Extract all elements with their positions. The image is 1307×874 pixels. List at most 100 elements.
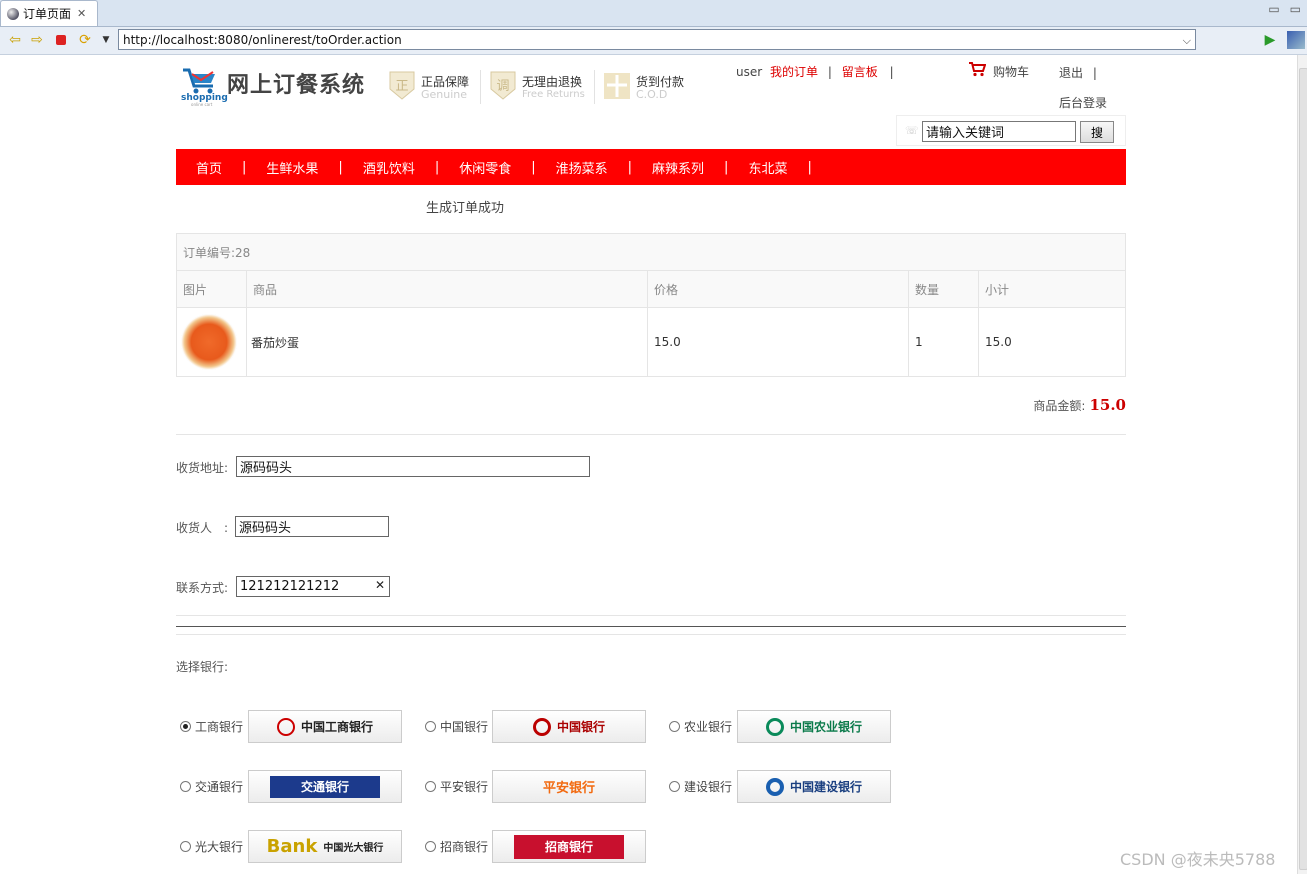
search-input[interactable]	[922, 121, 1076, 142]
product-image-cell	[176, 307, 247, 377]
bank-logo-bocom[interactable]: 交通银行	[248, 770, 402, 803]
radio-pingan[interactable]	[425, 781, 436, 792]
nav-item-home[interactable]: 首页	[196, 158, 222, 177]
refresh-icon[interactable]: ⟳	[76, 31, 94, 49]
browser-toolbar: ⇦ ⇨ ⟳ ▼ http://localhost:8080/onlinerest…	[0, 27, 1307, 55]
minimize-icon[interactable]: ▭	[1268, 2, 1279, 16]
feature-title: 无理由退换	[522, 75, 583, 89]
bank-logo-text: 中国建设银行	[789, 780, 862, 794]
abc-logo-icon	[765, 717, 784, 736]
bank-name: 工商银行	[195, 720, 244, 734]
bank-logo-boc[interactable]: 中国银行	[492, 710, 646, 743]
clear-input-icon[interactable]: ✕	[375, 578, 385, 592]
bank-logo-pingan[interactable]: 平安银行	[492, 770, 646, 803]
column-header: 数量	[908, 270, 979, 308]
radio-boc[interactable]	[425, 721, 436, 732]
watermark: CSDN @夜未央5788	[1120, 850, 1276, 869]
logout-link[interactable]: 退出	[1059, 66, 1083, 80]
bank-logo-cmb[interactable]: 招商银行	[492, 830, 646, 863]
divider	[176, 434, 1126, 435]
nav-item-dongbei[interactable]: 东北菜	[748, 158, 787, 177]
address-input[interactable]	[236, 456, 590, 477]
phone-label: 联系方式:	[176, 581, 229, 595]
bank-logo-abc[interactable]: 中国农业银行	[737, 710, 891, 743]
svg-text:调: 调	[496, 79, 509, 94]
browser-logo-icon	[1287, 31, 1305, 49]
total-label: 商品金额:	[1033, 399, 1086, 413]
product-image[interactable]	[181, 314, 237, 370]
user-links: user 我的订单 | 留言板 |	[736, 65, 894, 79]
history-dropdown-icon[interactable]: ▼	[97, 31, 115, 49]
nav-item-spicy[interactable]: 麻辣系列	[652, 158, 704, 177]
nav-item-fresh-fruit[interactable]: 生鲜水果	[266, 158, 318, 177]
chevron-down-icon[interactable]: ⌵	[1183, 30, 1191, 51]
product-quantity: 1	[908, 307, 979, 377]
product-price: 15.0	[647, 307, 909, 377]
bank-logo-text: 中国农业银行	[789, 720, 862, 734]
divider	[480, 70, 481, 104]
nav-item-huaiyang[interactable]: 淮扬菜系	[556, 158, 608, 177]
product-name: 番茄炒蛋	[246, 307, 648, 377]
nav-item-snacks[interactable]: 休闲零食	[459, 158, 511, 177]
bank-logo-text: 中国银行	[556, 720, 605, 734]
feature-subtitle: Free Returns	[522, 89, 585, 100]
radio-abc[interactable]	[669, 721, 680, 732]
url-text: http://localhost:8080/onlinerest/toOrder…	[123, 33, 402, 47]
radio-ceb[interactable]	[180, 841, 191, 852]
receiver-input[interactable]	[235, 516, 389, 537]
column-header: 小计	[978, 270, 1126, 308]
browser-tab[interactable]: 订单页面 ✕	[0, 0, 98, 26]
window-controls: ▭ ▭	[1268, 2, 1301, 16]
boc-logo-icon	[532, 717, 551, 736]
cart-icon[interactable]	[968, 61, 986, 77]
admin-login-link[interactable]: 后台登录	[1059, 94, 1107, 111]
address-bar[interactable]: http://localhost:8080/onlinerest/toOrder…	[118, 29, 1196, 50]
bank-logo-icbc[interactable]: 中国工商银行	[248, 710, 402, 743]
genuine-badge-icon: 正	[389, 71, 415, 100]
back-icon[interactable]: ⇦	[6, 31, 24, 49]
bank-logo-text: 平安银行	[542, 781, 595, 796]
my-orders-link[interactable]: 我的订单	[770, 65, 818, 79]
radio-ccb[interactable]	[669, 781, 680, 792]
order-total: 商品金额: 15.0	[1033, 396, 1126, 414]
restore-icon[interactable]: ▭	[1290, 2, 1301, 16]
scrollbar-thumb[interactable]	[1299, 68, 1307, 870]
bank-logo-ceb[interactable]: Bank 中国光大银行	[248, 830, 402, 863]
bank-name: 招商银行	[440, 840, 489, 854]
feature-subtitle: Genuine	[421, 88, 468, 101]
cart-link[interactable]: 购物车	[993, 63, 1029, 80]
message-board-link[interactable]: 留言板	[842, 65, 878, 79]
ceb-logo-icon: Bank	[266, 836, 318, 857]
total-value: 15.0	[1089, 396, 1126, 414]
divider	[176, 634, 1126, 635]
bank-logo-text: 中国光大银行	[323, 843, 384, 854]
globe-icon	[7, 7, 19, 20]
forward-icon[interactable]: ⇨	[28, 31, 46, 49]
returns-badge-icon: 调	[490, 71, 516, 100]
stop-icon[interactable]	[52, 31, 70, 49]
bank-select-label: 选择银行:	[176, 660, 229, 674]
close-tab-icon[interactable]: ✕	[77, 7, 86, 20]
divider	[176, 615, 1126, 616]
bank-name: 中国银行	[440, 720, 489, 734]
phone-input[interactable]	[236, 576, 390, 597]
nav-item-drinks[interactable]: 酒乳饮料	[363, 158, 415, 177]
bank-logo-ccb[interactable]: 中国建设银行	[737, 770, 891, 803]
logout-group: 退出 |	[1059, 66, 1097, 80]
cod-badge-icon	[604, 73, 630, 99]
bank-logo-text: 招商银行	[514, 834, 624, 859]
radio-icbc[interactable]	[180, 721, 191, 732]
column-header: 商品	[246, 270, 648, 308]
feature-cod	[603, 71, 631, 106]
bank-logo-text: 交通银行	[270, 775, 380, 798]
bank-name: 光大银行	[195, 840, 244, 854]
column-header: 图片	[176, 270, 247, 308]
radio-cmb[interactable]	[425, 841, 436, 852]
bank-name: 农业银行	[684, 720, 733, 734]
username: user	[736, 65, 763, 79]
go-icon[interactable]: ▶	[1261, 31, 1279, 49]
search-button[interactable]: 搜	[1080, 121, 1114, 143]
ccb-logo-icon	[765, 777, 784, 796]
shopping-cart-logo-icon	[183, 68, 215, 94]
radio-bocom[interactable]	[180, 781, 191, 792]
